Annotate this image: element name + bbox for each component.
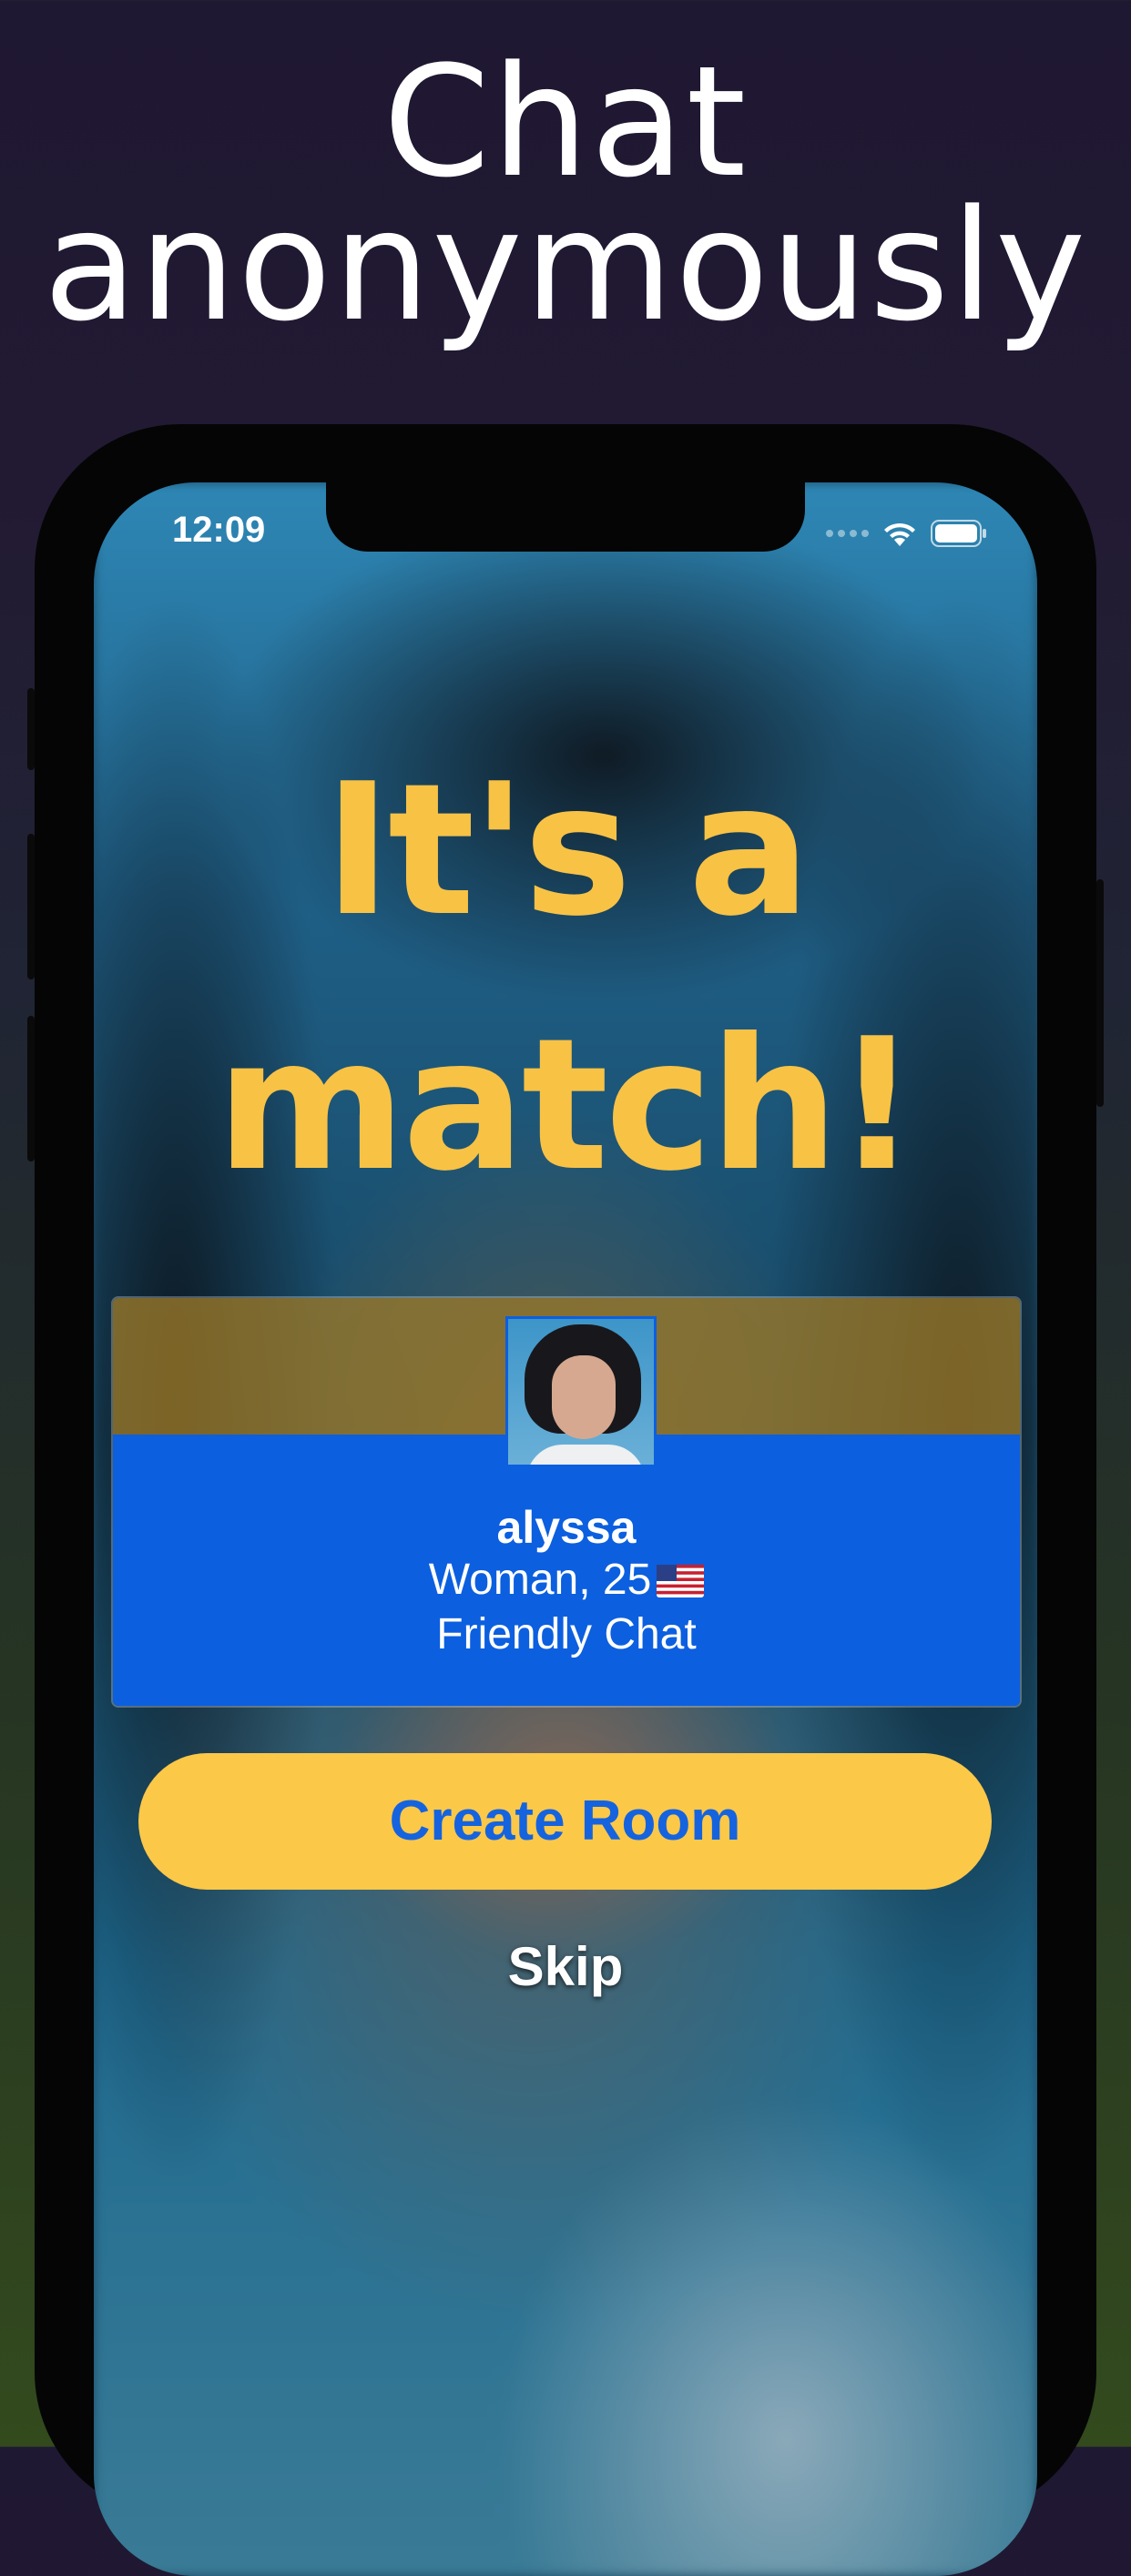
volume-down-button [27, 1016, 35, 1161]
signal-icon [826, 530, 869, 537]
phone-screen: 12:09 It's a match! alyssa Woman, 25 Fri… [94, 482, 1037, 2576]
promo-headline: Chat anonymously [0, 33, 1131, 355]
notch [326, 482, 805, 552]
status-time: 12:09 [172, 510, 266, 550]
volume-up-button [27, 834, 35, 979]
headline-line-1: Chat [382, 33, 749, 211]
status-icons [826, 515, 987, 552]
profile-details: Woman, 25 [113, 1553, 1020, 1611]
power-button [1096, 879, 1104, 1107]
battery-icon [931, 520, 987, 547]
phone-frame: 12:09 It's a match! alyssa Woman, 25 Fri… [27, 424, 1104, 2576]
profile-details-text: Woman, 25 [428, 1556, 652, 1604]
match-title-line-2: match! [216, 999, 918, 1212]
silent-switch [27, 688, 35, 770]
match-title-line-1: It's a [323, 745, 811, 957]
profile-name: alyssa [496, 1502, 637, 1553]
wifi-icon [881, 519, 918, 548]
profile-tagline: Friendly Chat [436, 1610, 697, 1658]
headline-line-2: anonymously [43, 177, 1088, 355]
avatar[interactable] [505, 1316, 657, 1467]
match-profile-card[interactable]: alyssa Woman, 25 Friendly Chat [111, 1296, 1022, 1708]
us-flag-icon [657, 1557, 705, 1611]
skip-button[interactable]: Skip [94, 1935, 1037, 1999]
create-room-button[interactable]: Create Room [138, 1753, 992, 1890]
match-title: It's a match! [94, 724, 1037, 1233]
